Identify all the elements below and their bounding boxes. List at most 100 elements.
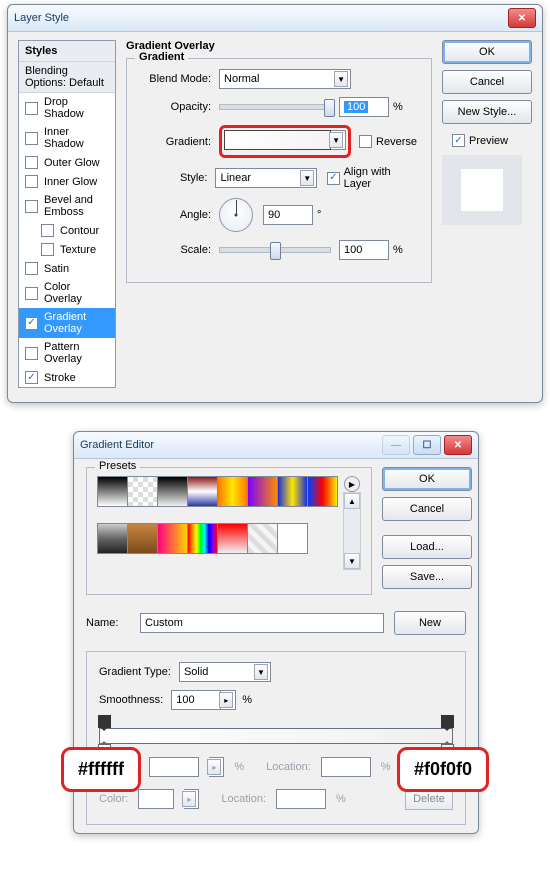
preset-swatch[interactable] <box>247 523 278 554</box>
smoothness-stepper[interactable]: ▸ <box>221 690 236 710</box>
titlebar[interactable]: Layer Style ✕ <box>8 5 542 32</box>
presets-menu-icon[interactable]: ▶ <box>344 476 360 492</box>
align-with-layer-checkbox[interactable]: ✓Align with Layer <box>327 166 417 190</box>
blend-mode-select[interactable]: Normal ▼ <box>219 69 351 89</box>
close-button[interactable]: ✕ <box>444 435 472 455</box>
style-item-stroke[interactable]: ✓Stroke <box>19 368 115 387</box>
style-item-inner-shadow[interactable]: Inner Shadow <box>19 123 115 153</box>
effect-panel: Gradient Overlay Gradient Blend Mode: No… <box>126 40 432 388</box>
style-item-bevel-and-emboss[interactable]: Bevel and Emboss <box>19 191 115 221</box>
style-item-pattern-overlay[interactable]: Pattern Overlay <box>19 338 115 368</box>
opacity-stop-left[interactable] <box>98 715 111 728</box>
chevron-down-icon: ▼ <box>329 132 343 148</box>
gradient-picker-arrow[interactable]: ▼ <box>331 130 346 150</box>
style-item-gradient-overlay[interactable]: ✓Gradient Overlay <box>19 308 115 338</box>
reverse-checkbox[interactable]: Reverse <box>359 135 417 148</box>
preset-swatch[interactable] <box>217 523 248 554</box>
presets-legend: Presets <box>95 460 140 472</box>
style-item-inner-glow[interactable]: Inner Glow <box>19 172 115 191</box>
preset-swatch[interactable] <box>127 476 158 507</box>
checkbox[interactable] <box>41 224 54 237</box>
dialog-buttons: OK Cancel Load... Save... <box>382 467 470 595</box>
scroll-down-icon[interactable]: ▼ <box>344 553 360 569</box>
style-item-texture[interactable]: Texture <box>19 240 115 259</box>
style-item-satin[interactable]: Satin <box>19 259 115 278</box>
stop-opacity-input <box>149 757 199 777</box>
styles-list: Styles Blending Options: Default Drop Sh… <box>18 40 116 388</box>
angle-knob[interactable] <box>219 198 253 232</box>
checkbox[interactable] <box>25 347 38 360</box>
checkbox[interactable] <box>25 287 38 300</box>
preset-swatch[interactable] <box>277 476 308 507</box>
checkbox[interactable]: ✓ <box>25 371 38 384</box>
style-select[interactable]: Linear ▼ <box>215 168 317 188</box>
gradient-bar[interactable] <box>99 728 453 744</box>
gradient-edit-group: Gradient Type: Solid▼ Smoothness: 100 ▸ … <box>86 651 466 825</box>
styles-header[interactable]: Styles <box>19 41 115 62</box>
ok-button[interactable]: OK <box>442 40 532 64</box>
chevron-down-icon: ▼ <box>254 664 268 680</box>
gradient-type-select[interactable]: Solid▼ <box>179 662 271 682</box>
cancel-button[interactable]: Cancel <box>382 497 472 521</box>
preset-swatch[interactable] <box>157 476 188 507</box>
chevron-down-icon: ▼ <box>300 170 314 186</box>
preset-swatch[interactable] <box>277 523 308 554</box>
preset-swatch[interactable] <box>247 476 278 507</box>
name-input[interactable]: Custom <box>140 613 384 633</box>
chevron-right-icon: ▸ <box>219 692 233 708</box>
style-item-color-overlay[interactable]: Color Overlay <box>19 278 115 308</box>
blend-mode-label: Blend Mode: <box>141 73 211 85</box>
scroll-up-icon[interactable]: ▲ <box>344 493 360 509</box>
checkbox[interactable] <box>25 262 38 275</box>
preset-swatch[interactable] <box>97 476 128 507</box>
angle-label: Angle: <box>141 209 211 221</box>
dialog-buttons: OK Cancel New Style... ✓Preview <box>442 40 532 388</box>
preset-grid <box>97 476 337 570</box>
checkbox[interactable] <box>25 200 38 213</box>
preset-swatch[interactable] <box>187 476 218 507</box>
scrollbar[interactable]: ▲ ▼ <box>343 492 361 570</box>
checkbox[interactable] <box>25 132 38 145</box>
scale-slider[interactable] <box>219 247 331 253</box>
smoothness-input[interactable]: 100 <box>171 690 221 710</box>
checkbox[interactable] <box>41 243 54 256</box>
preview-checkbox[interactable]: ✓Preview <box>452 134 508 147</box>
new-button[interactable]: New <box>394 611 466 635</box>
style-item-drop-shadow[interactable]: Drop Shadow <box>19 93 115 123</box>
ok-button[interactable]: OK <box>382 467 472 491</box>
save-button[interactable]: Save... <box>382 565 472 589</box>
maximize-button[interactable]: ☐ <box>413 435 441 455</box>
checkbox[interactable]: ✓ <box>25 317 38 330</box>
opacity-value[interactable]: 100 <box>339 97 389 117</box>
preset-swatch[interactable] <box>307 476 338 507</box>
scale-value[interactable]: 100 <box>339 240 389 260</box>
name-label: Name: <box>86 617 130 629</box>
window-title: Gradient Editor <box>80 439 379 451</box>
checkbox[interactable] <box>25 156 38 169</box>
opacity-slider[interactable] <box>219 104 331 110</box>
highlight-annotation: ▼ <box>219 125 351 158</box>
preset-swatch[interactable] <box>97 523 128 554</box>
load-button[interactable]: Load... <box>382 535 472 559</box>
opacity-stop-right[interactable] <box>441 715 454 728</box>
gradient-swatch[interactable] <box>224 130 331 150</box>
angle-value[interactable]: 90 <box>263 205 313 225</box>
layer-style-dialog: Layer Style ✕ Styles Blending Options: D… <box>7 4 543 403</box>
blending-options-row[interactable]: Blending Options: Default <box>19 62 115 93</box>
new-style-button[interactable]: New Style... <box>442 100 532 124</box>
preset-swatch[interactable] <box>157 523 188 554</box>
titlebar[interactable]: Gradient Editor — ☐ ✕ <box>74 432 478 459</box>
minimize-button: — <box>382 435 410 455</box>
checkbox[interactable] <box>25 175 38 188</box>
opacity-label: Opacity: <box>141 101 211 113</box>
style-item-outer-glow[interactable]: Outer Glow <box>19 153 115 172</box>
checkbox[interactable] <box>25 102 38 115</box>
smoothness-label: Smoothness: <box>99 694 163 706</box>
preset-swatch[interactable] <box>127 523 158 554</box>
cancel-button[interactable]: Cancel <box>442 70 532 94</box>
annotation-left: #ffffff <box>61 747 141 792</box>
preset-swatch[interactable] <box>187 523 218 554</box>
style-item-contour[interactable]: Contour <box>19 221 115 240</box>
preset-swatch[interactable] <box>217 476 248 507</box>
close-button[interactable]: ✕ <box>508 8 536 28</box>
